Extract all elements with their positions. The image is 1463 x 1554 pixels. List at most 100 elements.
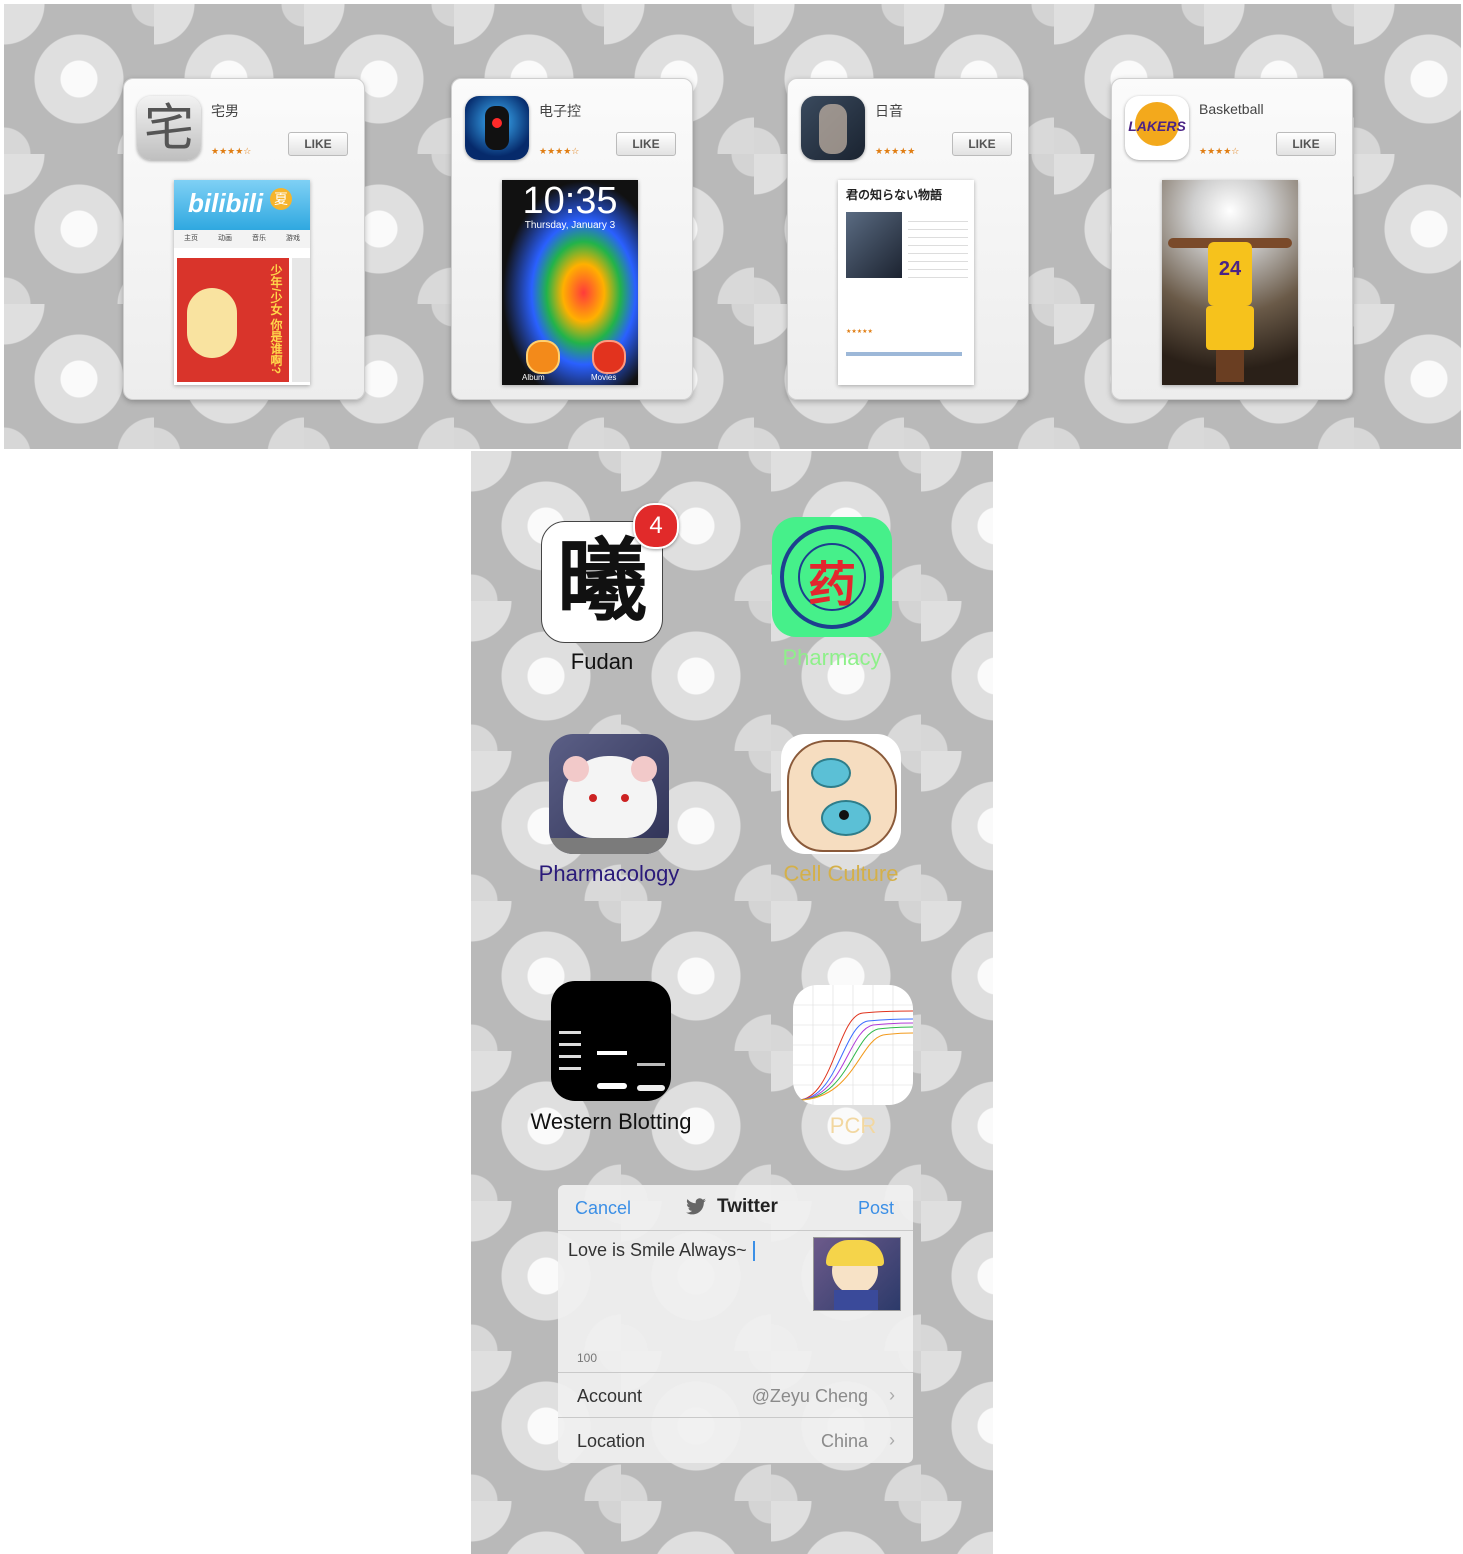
app-title: 日音 — [875, 103, 903, 119]
phone-home-screen: 曦 4 Fudan 药 Pharmacy Pharmacology Cell C… — [471, 451, 993, 1554]
location-value: China — [820, 1431, 868, 1451]
cancel-button[interactable]: Cancel — [575, 1198, 631, 1219]
cell-culture-label: Cell Culture — [783, 861, 899, 886]
rating-stars: ★★★★☆ — [539, 146, 580, 156]
compose-header: Cancel Twitter Post — [558, 1185, 913, 1231]
gel-band — [559, 1067, 581, 1070]
pharmacy-glyph: 药 — [807, 559, 856, 612]
fudan-label: Fudan — [570, 649, 634, 674]
summer-badge: 夏 — [270, 188, 292, 210]
player-shorts — [1206, 306, 1254, 350]
pcr-label: PCR — [829, 1113, 877, 1138]
rat-ear-left — [563, 756, 589, 782]
compose-title: Twitter — [717, 1196, 778, 1217]
robot-head-icon — [485, 106, 509, 150]
lock-time: 10:35 — [522, 180, 618, 222]
amplification-curves-icon — [793, 985, 913, 1105]
tweet-text: Love is Smile Always~ — [568, 1240, 747, 1260]
electronics-app-icon[interactable] — [465, 96, 529, 160]
chevron-right-icon: › — [889, 1385, 895, 1405]
anime-outfit — [834, 1290, 878, 1310]
gel-band — [559, 1055, 581, 1058]
album-meta-lines — [908, 214, 968, 284]
cell-culture-app-icon[interactable] — [781, 734, 901, 854]
red-eye-icon — [492, 118, 502, 128]
dock-label-album: Album — [522, 373, 545, 382]
pharmacology-label: Pharmacology — [538, 861, 680, 886]
gel-band — [597, 1051, 627, 1055]
album-cover — [846, 212, 902, 278]
pharmacology-app-icon[interactable] — [549, 734, 669, 854]
anime-hair — [826, 1240, 884, 1266]
rat-eye-right — [621, 794, 629, 802]
otaku-app-icon[interactable]: 宅 — [137, 96, 201, 160]
poster: 少年/少女 你是谁啊? — [177, 258, 289, 382]
character-count: 100 — [577, 1351, 598, 1365]
tweet-text-area[interactable]: Love is Smile Always~ — [568, 1240, 755, 1262]
album-detail-screenshot: 君の知らない物語 ★★★★★ — [838, 180, 974, 385]
like-button[interactable]: LIKE — [616, 132, 676, 156]
attached-image[interactable] — [813, 1237, 901, 1311]
nucleolus-icon — [839, 810, 849, 820]
app-card-electronics: 电子控 ★★★★☆ LIKE 10:35 Thursday, January 3… — [451, 78, 693, 400]
twitter-bird-icon — [686, 1198, 706, 1215]
footer-links — [846, 352, 962, 356]
rating-stars: ★★★★★ — [875, 146, 916, 156]
app-title: Basketball — [1199, 101, 1264, 117]
rating-stars: ★★★★☆ — [1199, 146, 1240, 156]
nav-item[interactable]: 音乐 — [252, 230, 266, 248]
text-cursor — [752, 1241, 755, 1262]
nucleus-icon-top — [811, 758, 851, 788]
lock-date: Thursday, January 3 — [524, 220, 616, 231]
location-label: Location — [577, 1431, 646, 1451]
rat-eye-left — [589, 794, 597, 802]
pharmacy-label: Pharmacy — [782, 645, 882, 670]
bilibili-screenshot: bilibili 夏 主页 动画 音乐 游戏 少年/少女 你是谁啊? — [174, 180, 310, 385]
anime-character — [187, 288, 237, 358]
account-label: Account — [577, 1386, 643, 1406]
side-thumb — [292, 258, 310, 382]
western-blotting-app-icon[interactable] — [551, 981, 671, 1101]
notification-badge: 4 — [633, 503, 679, 549]
gel-band — [637, 1063, 665, 1066]
twitter-compose-sheet: Cancel Twitter Post Love is Smile Always… — [558, 1185, 913, 1463]
otaku-glyph: 宅 — [144, 99, 194, 157]
lakers-wordmark: LAKERS — [1128, 118, 1186, 134]
bilibili-logo: bilibili — [188, 188, 264, 218]
gel-band — [559, 1031, 581, 1034]
album-heading: 君の知らない物語 — [846, 188, 943, 202]
post-button[interactable]: Post — [858, 1198, 894, 1219]
bilibili-header: bilibili 夏 — [174, 180, 310, 230]
rat-ear-right — [631, 756, 657, 782]
nav-item[interactable]: 主页 — [184, 230, 198, 248]
player-legs — [1216, 350, 1244, 382]
account-row[interactable]: Account @Zeyu Cheng › — [558, 1372, 913, 1418]
japanese-music-app-icon[interactable] — [801, 96, 865, 160]
stone-base — [549, 838, 669, 854]
poster-text: 少年/少女 你是谁啊? — [269, 264, 283, 374]
app-title: 电子控 — [539, 103, 581, 119]
dock-label-movies: Movies — [591, 373, 617, 382]
like-button[interactable]: LIKE — [952, 132, 1012, 156]
movies-icon[interactable] — [592, 340, 626, 374]
character-art — [819, 104, 847, 154]
rating-row: ★★★★★ — [846, 329, 873, 335]
lockscreen-screenshot: 10:35 Thursday, January 3 Album Movies — [502, 180, 638, 385]
app-card-otaku: 宅 宅男 ★★★★☆ LIKE bilibili 夏 主页 动画 音乐 游戏 少… — [123, 78, 365, 400]
app-title: 宅男 — [211, 103, 239, 119]
pharmacy-app-icon[interactable]: 药 — [772, 517, 892, 637]
like-button[interactable]: LIKE — [1276, 132, 1336, 156]
like-button[interactable]: LIKE — [288, 132, 348, 156]
nav-item[interactable]: 动画 — [218, 230, 232, 248]
nav-item[interactable]: 游戏 — [286, 230, 300, 248]
pcr-app-icon[interactable] — [793, 985, 913, 1105]
gel-band — [597, 1083, 627, 1089]
app-card-basketball: LAKERS Basketball ★★★★☆ LIKE 24 — [1111, 78, 1353, 400]
basketball-screenshot: 24 — [1162, 180, 1298, 385]
jersey-number: 24 — [1218, 258, 1242, 280]
western-blotting-label: Western Blotting — [530, 1109, 692, 1134]
album-icon[interactable] — [526, 340, 560, 374]
gel-band — [559, 1043, 581, 1046]
location-row[interactable]: Location China › — [558, 1417, 913, 1463]
lakers-app-icon[interactable]: LAKERS — [1125, 96, 1189, 160]
